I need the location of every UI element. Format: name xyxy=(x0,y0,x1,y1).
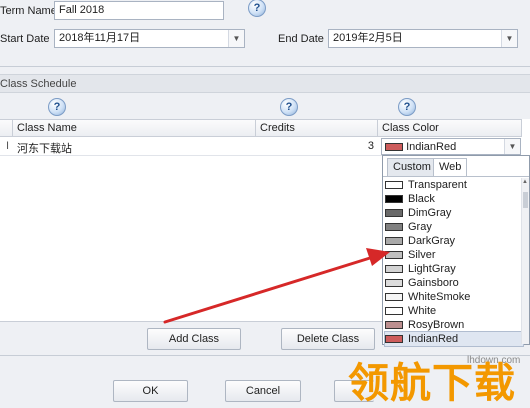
popup-scrollbar[interactable]: ▲ xyxy=(521,178,529,344)
class-name-cell[interactable]: 河东下载站 xyxy=(13,137,256,156)
column-header-class-name[interactable]: Class Name xyxy=(13,119,256,137)
class-color-swatch xyxy=(385,143,403,152)
color-swatch xyxy=(385,195,403,204)
color-option[interactable]: Gainsboro xyxy=(385,276,459,290)
grid-row-indicator-header xyxy=(0,119,13,137)
color-option-label: Silver xyxy=(408,249,436,261)
schedule-title: Class Schedule xyxy=(0,78,77,90)
color-option-label: Gainsboro xyxy=(408,277,459,289)
color-option[interactable]: DimGray xyxy=(385,206,451,220)
color-swatch xyxy=(385,307,403,316)
color-swatch xyxy=(385,223,403,232)
cancel-button[interactable]: Cancel xyxy=(225,380,301,402)
delete-class-button[interactable]: Delete Class xyxy=(281,328,375,350)
start-date-picker[interactable]: 2018年11月17日 ▼ xyxy=(54,29,245,48)
term-name-input[interactable]: Fall 2018 xyxy=(54,1,224,20)
color-option[interactable]: RosyBrown xyxy=(385,318,464,332)
help-icon-term[interactable]: ? xyxy=(248,0,266,17)
chevron-down-icon[interactable]: ▼ xyxy=(501,30,517,47)
color-option[interactable]: DarkGray xyxy=(385,234,455,248)
color-option-label: White xyxy=(408,305,437,317)
color-option-label: WhiteSmoke xyxy=(408,291,471,303)
end-date-value: 2019年2月5日 xyxy=(333,32,403,44)
help-icon-class-color[interactable]: ? xyxy=(398,98,416,116)
color-option[interactable]: IndianRed xyxy=(384,331,524,347)
chevron-down-icon[interactable]: ▼ xyxy=(228,30,244,47)
color-option[interactable]: WhiteSmoke xyxy=(385,290,470,304)
color-swatch xyxy=(385,293,403,302)
color-option[interactable]: White xyxy=(385,304,436,318)
ok-button[interactable]: OK xyxy=(113,380,188,402)
color-option[interactable]: Transparent xyxy=(385,178,467,192)
color-option-label: Gray xyxy=(408,221,432,233)
color-option-label: DarkGray xyxy=(408,235,456,247)
credits-cell[interactable]: 3 xyxy=(256,137,378,156)
tab-web[interactable]: Web xyxy=(433,158,468,177)
scroll-up-icon[interactable]: ▲ xyxy=(522,179,528,185)
color-option[interactable]: LightGray xyxy=(385,262,456,276)
color-option-label: LightGray xyxy=(408,263,456,275)
color-swatch xyxy=(385,209,403,218)
color-swatch xyxy=(385,335,403,344)
tab-divider xyxy=(383,176,529,177)
color-option-label: RosyBrown xyxy=(408,319,465,331)
column-header-class-color[interactable]: Class Color xyxy=(378,119,522,137)
color-swatch xyxy=(385,181,403,190)
tab-custom[interactable]: Custom xyxy=(387,158,437,177)
start-date-label: Start Date xyxy=(0,33,50,45)
help-icon-credits[interactable]: ? xyxy=(280,98,298,116)
color-picker-popup[interactable]: Custom Web Transparent Black DimGray Gray Da… xyxy=(382,155,530,347)
class-color-value: IndianRed xyxy=(406,141,457,153)
separator xyxy=(0,66,530,67)
color-swatch xyxy=(385,237,403,246)
color-option-label: IndianRed xyxy=(408,333,459,345)
color-option-label: Transparent xyxy=(408,179,467,191)
row-edit-indicator: I xyxy=(6,140,10,152)
watermark-brand: 领航下载 xyxy=(348,360,516,406)
start-date-value: 2018年11月17日 xyxy=(59,32,141,44)
color-option[interactable]: Gray xyxy=(385,220,432,234)
color-swatch xyxy=(385,265,403,274)
column-header-credits[interactable]: Credits xyxy=(256,119,378,137)
color-swatch xyxy=(385,279,403,288)
end-date-label: End Date xyxy=(278,33,324,45)
add-class-button[interactable]: Add Class xyxy=(147,328,241,350)
end-date-picker[interactable]: 2019年2月5日 ▼ xyxy=(328,29,518,48)
separator xyxy=(0,355,530,356)
scroll-thumb[interactable] xyxy=(523,192,528,208)
color-option-label: Black xyxy=(408,193,435,205)
color-swatch xyxy=(385,321,403,330)
help-icon-class-name[interactable]: ? xyxy=(48,98,66,116)
schedule-header-bar xyxy=(0,74,530,93)
chevron-down-icon[interactable]: ▼ xyxy=(504,139,520,154)
color-option[interactable]: Silver xyxy=(385,248,436,262)
color-option[interactable]: Black xyxy=(385,192,435,206)
class-color-dropdown[interactable]: IndianRed ▼ xyxy=(381,138,521,155)
term-name-label: Term Name xyxy=(0,5,57,17)
color-option-label: DimGray xyxy=(408,207,452,219)
color-swatch xyxy=(385,251,403,260)
